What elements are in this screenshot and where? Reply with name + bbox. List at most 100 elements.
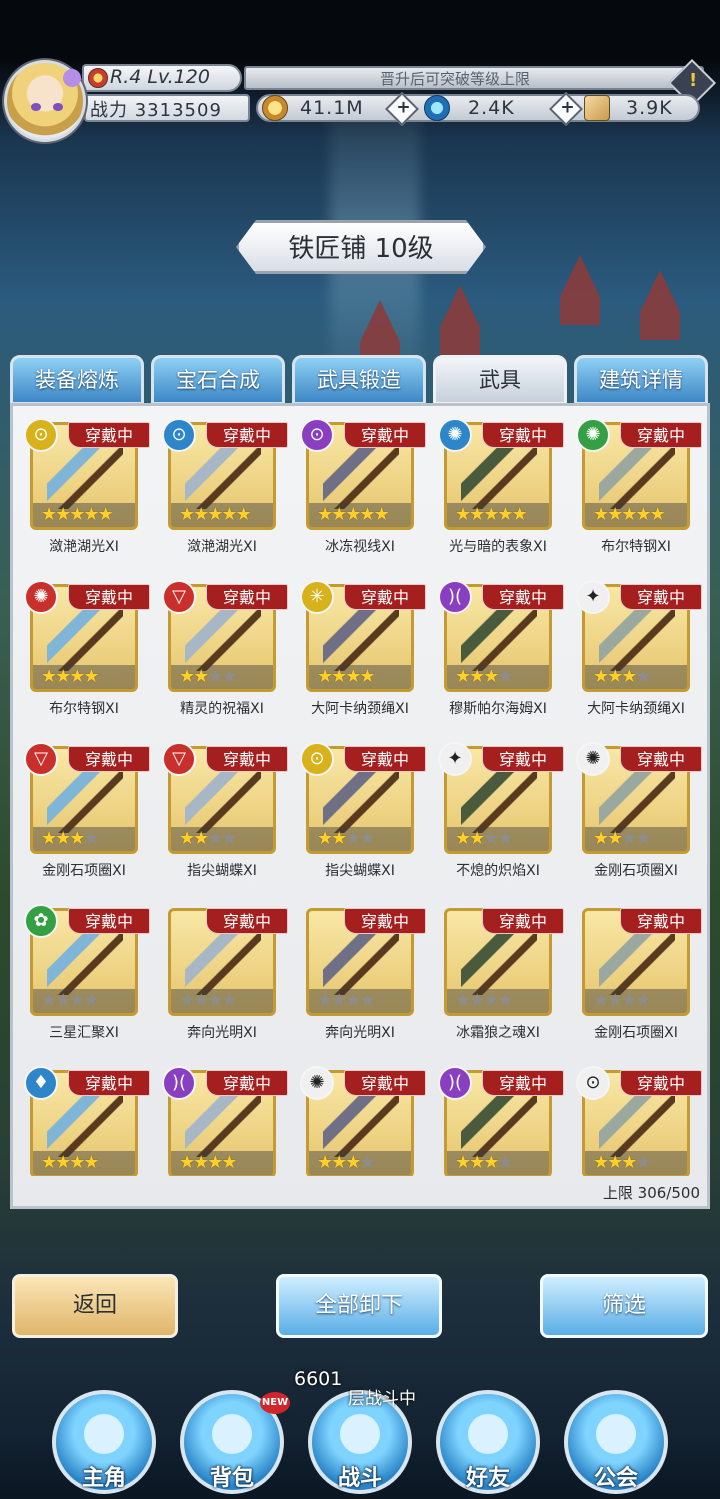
equipped-badge: 穿戴中 — [620, 908, 702, 934]
equipment-art-icon — [599, 763, 675, 833]
equipment-art-icon — [323, 439, 399, 509]
equipment-name: 金刚石项圈XI — [594, 863, 678, 879]
star-icon: ★ — [621, 666, 637, 687]
power-label: 战力 — [90, 100, 128, 121]
star-icon: ★ — [455, 504, 471, 525]
unequip-all-button[interactable]: 全部卸下 — [276, 1274, 442, 1338]
equipment-item[interactable]: ★★★★ ✦ 穿戴中 不熄的炽焰XI — [424, 742, 564, 892]
equipment-name: 潋滟湖光XI — [49, 539, 119, 555]
equipment-item[interactable]: ★★★★★ ⊙ 穿戴中 潋滟湖光XI — [148, 418, 288, 568]
star-rating: ★★★★ — [447, 827, 549, 851]
equipment-art-icon — [461, 1087, 537, 1157]
item-grid[interactable]: ★★★★★ ⊙ 穿戴中 潋滟湖光XI ★★★★★ ⊙ 穿戴中 潋滟湖光XI ★★★★★ ⊙ 穿戴中冰… — [10, 418, 710, 1176]
equipment-item[interactable]: ★★★★ ✦ 穿戴中 大阿卡纳颈绳XI — [562, 580, 702, 730]
star-rating: ★★★★ — [171, 1151, 273, 1175]
equipment-item[interactable]: ★★★★)(穿戴中 穆斯帕尔海姆XI — [424, 580, 564, 730]
equipment-item[interactable]: ★★★★ ▽ 穿戴中 精灵的祝福XI — [148, 580, 288, 730]
equipment-item[interactable]: ★★★★ ♦ 穿戴中 — [10, 1066, 150, 1176]
swirl-white-element-icon: ✺ — [300, 1066, 334, 1100]
equipped-badge: 穿戴中 — [206, 1070, 288, 1096]
equipment-item[interactable]: ★★★★ ▽ 穿戴中 金刚石项圈XI — [10, 742, 150, 892]
equipment-item[interactable]: ★★★★ ✳ 穿戴中 大阿卡纳颈绳XI — [286, 580, 426, 730]
equipped-badge: 穿戴中 — [206, 422, 288, 448]
moon-purple-element-icon: )( — [438, 1066, 472, 1100]
star-rating: ★★★★ — [171, 989, 273, 1013]
equipment-item[interactable]: ★★★★★ ✺ 穿戴中 布尔特钢XI — [562, 418, 702, 568]
power-display: 战力 3313509 — [90, 96, 222, 122]
equipment-item[interactable]: ★★★★ ▽ 穿戴中 指尖蝴蝶XI — [148, 742, 288, 892]
equipment-item[interactable]: ★★★★ 穿戴中 金刚石项圈XI — [562, 904, 702, 1054]
equipment-item[interactable]: ★★★★ ⊙ 穿戴中 指尖蝴蝶XI — [286, 742, 426, 892]
tab-building-details[interactable]: 建筑详情 — [574, 355, 708, 405]
equipment-item[interactable]: ★★★★)(穿戴中 — [424, 1066, 564, 1176]
equipment-item[interactable]: ★★★★ 穿戴中 奔向光明XI — [286, 904, 426, 1054]
equipped-badge: 穿戴中 — [68, 746, 150, 772]
star-icon: ★ — [55, 828, 71, 849]
back-button[interactable]: 返回 — [12, 1274, 178, 1338]
star-rating: ★★★★ — [33, 665, 135, 689]
star-icon: ★ — [607, 1152, 623, 1173]
star-icon: ★ — [69, 504, 85, 525]
equipped-badge: 穿戴中 — [620, 1070, 702, 1096]
filter-button[interactable]: 筛选 — [540, 1274, 708, 1338]
star-icon: ★ — [97, 504, 114, 525]
star-icon: ★ — [55, 990, 71, 1011]
equipment-item[interactable]: ★★★★ ✺ 穿戴中 布尔特钢XI — [10, 580, 150, 730]
scroll-icon — [584, 95, 610, 121]
star-icon: ★ — [193, 828, 209, 849]
equipped-badge: 穿戴中 — [344, 1070, 426, 1096]
equipment-name: 大阿卡纳颈绳XI — [587, 701, 685, 717]
star-icon: ★ — [207, 666, 223, 687]
star-icon: ★ — [469, 1152, 485, 1173]
equipment-item[interactable]: ★★★★ ✺ 穿戴中 金刚石项圈XI — [562, 742, 702, 892]
equipment-art-icon — [185, 925, 261, 995]
star-icon: ★ — [469, 990, 485, 1011]
equipment-item[interactable]: ★★★★ 穿戴中 奔向光明XI — [148, 904, 288, 1054]
tab-weapons[interactable]: 武具 — [433, 355, 567, 405]
equipment-item[interactable]: ★★★★★ ⊙ 穿戴中 冰冻视线XI — [286, 418, 426, 568]
power-value: 3313509 — [134, 100, 222, 121]
nav-backpack-label: 背包 — [209, 1466, 254, 1491]
star-icon: ★ — [193, 990, 209, 1011]
star-icon: ★ — [235, 504, 252, 525]
star-rating: ★★★★ — [447, 989, 549, 1013]
star-rating: ★★★★ — [447, 1151, 549, 1175]
star-icon: ★ — [497, 666, 513, 687]
equipment-item[interactable]: ★★★★)(穿戴中 — [148, 1066, 288, 1176]
star-icon: ★ — [83, 828, 99, 849]
handshake-icon — [468, 1414, 508, 1454]
star-icon: ★ — [179, 1152, 195, 1173]
star-icon: ★ — [331, 1152, 347, 1173]
equipment-item[interactable]: ★★★★★ ✺ 穿戴中 光与暗的表象XI — [424, 418, 564, 568]
equipment-name: 精灵的祝福XI — [180, 701, 264, 717]
equipment-item[interactable]: ★★★★ ✿ 穿戴中 三星汇聚XI — [10, 904, 150, 1054]
star-icon: ★ — [55, 666, 71, 687]
tab-weapon-forge[interactable]: 武具锻造 — [292, 355, 426, 405]
swirl-red-element-icon: ✺ — [24, 580, 58, 614]
equipped-badge: 穿戴中 — [482, 422, 564, 448]
star-icon: ★ — [359, 828, 375, 849]
star-icon: ★ — [635, 990, 651, 1011]
knight-helmet-icon — [84, 1414, 124, 1454]
tab-gem-synthesis[interactable]: 宝石合成 — [151, 355, 285, 405]
star-icon: ★ — [83, 990, 99, 1011]
equipment-name: 奔向光明XI — [325, 1025, 395, 1041]
player-avatar[interactable] — [4, 60, 86, 142]
star-icon: ★ — [373, 504, 390, 525]
tab-equipment-smelt[interactable]: 装备熔炼 — [10, 355, 144, 405]
star-icon: ★ — [621, 504, 637, 525]
equipment-item[interactable]: ★★★★ ✺ 穿戴中 — [286, 1066, 426, 1176]
star-icon: ★ — [221, 1152, 237, 1173]
swirl-white-element-icon: ✺ — [576, 742, 610, 776]
equipment-name: 冰冻视线XI — [325, 539, 395, 555]
equipment-art-icon — [185, 601, 261, 671]
star-rating: ★★★★ — [447, 665, 549, 689]
equipped-badge: 穿戴中 — [68, 422, 150, 448]
star-icon: ★ — [83, 666, 99, 687]
equipment-item[interactable]: ★★★★ 穿戴中 冰霜狼之魂XI — [424, 904, 564, 1054]
equipment-item[interactable]: ★★★★ ⊙ 穿戴中 — [562, 1066, 702, 1176]
star-icon: ★ — [193, 504, 209, 525]
star-icon: ★ — [221, 828, 237, 849]
equipped-badge: 穿戴中 — [206, 584, 288, 610]
equipment-item[interactable]: ★★★★★ ⊙ 穿戴中 潋滟湖光XI — [10, 418, 150, 568]
